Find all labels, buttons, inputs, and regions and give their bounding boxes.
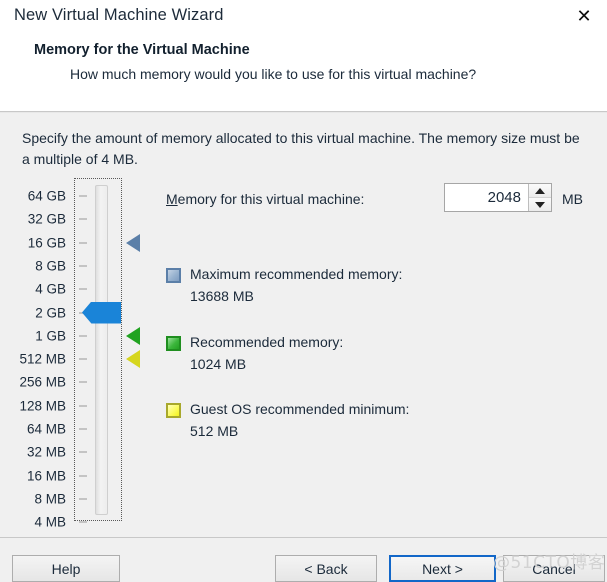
arrow-down-icon bbox=[535, 201, 545, 208]
guest-os-minimum-marker bbox=[126, 350, 140, 369]
legend-value: 512 MB bbox=[190, 423, 239, 439]
slider-tick bbox=[79, 404, 87, 407]
slider-scale-label: 64 MB bbox=[26, 421, 66, 437]
legend-value: 13688 MB bbox=[190, 288, 254, 304]
next-button[interactable]: Next > bbox=[389, 555, 496, 582]
memory-field-accelerator: M bbox=[166, 191, 178, 207]
legend-title: Recommended memory: bbox=[190, 334, 344, 350]
close-icon: ✕ bbox=[576, 6, 592, 27]
slider-tick bbox=[79, 497, 87, 500]
slider-tick bbox=[79, 288, 87, 291]
slider-scale-label: 512 MB bbox=[19, 351, 66, 367]
slider-tick bbox=[79, 241, 87, 244]
page-title: Memory for the Virtual Machine bbox=[34, 42, 250, 58]
memory-slider-track[interactable] bbox=[95, 185, 108, 515]
slider-scale-label: 16 GB bbox=[27, 235, 66, 251]
footer-button-bar: Help < Back Next > Cancel bbox=[0, 538, 607, 582]
slider-tick bbox=[79, 381, 87, 384]
memory-field-label: Memory for this virtual machine: bbox=[166, 191, 364, 207]
title-bar: New Virtual Machine Wizard ✕ bbox=[0, 0, 607, 38]
maximum-recommended-marker bbox=[126, 233, 140, 252]
page-header: Memory for the Virtual Machine How much … bbox=[0, 38, 607, 111]
cancel-button[interactable]: Cancel bbox=[503, 555, 605, 582]
slider-tick bbox=[79, 358, 87, 361]
window-title: New Virtual Machine Wizard bbox=[14, 6, 224, 24]
memory-input[interactable]: 2048 bbox=[445, 184, 528, 211]
legend-value: 1024 MB bbox=[190, 356, 247, 372]
slider-scale-label: 128 MB bbox=[19, 398, 66, 414]
memory-slider-scale: 64 GB 32 GB 16 GB 8 GB 4 GB 2 GB 1 GB 512 MB 256… bbox=[0, 178, 74, 530]
slider-scale-label: 4 MB bbox=[34, 514, 66, 530]
help-button[interactable]: Help bbox=[12, 555, 120, 582]
slider-scale-label: 16 MB bbox=[26, 468, 66, 484]
legend-title: Guest OS recommended minimum: bbox=[190, 401, 410, 417]
recommended-marker bbox=[126, 326, 140, 345]
slider-tick bbox=[79, 451, 87, 454]
slider-tick bbox=[79, 195, 87, 197]
memory-unit-label: MB bbox=[562, 191, 583, 207]
memory-spin-buttons bbox=[528, 184, 551, 211]
memory-field-label-rest: emory for this virtual machine: bbox=[177, 191, 365, 207]
legend-title: Maximum recommended memory: bbox=[190, 266, 403, 282]
slider-scale-label: 4 GB bbox=[35, 281, 66, 297]
slider-scale-label: 64 GB bbox=[27, 188, 66, 204]
slider-tick bbox=[79, 521, 87, 524]
slider-scale-label: 32 GB bbox=[27, 211, 66, 227]
slider-scale-label: 1 GB bbox=[35, 328, 66, 344]
legend-swatch-yellow bbox=[166, 403, 181, 418]
intro-text: Specify the amount of memory allocated t… bbox=[22, 130, 580, 167]
memory-spin-down-button[interactable] bbox=[529, 198, 551, 211]
slider-scale-label: 256 MB bbox=[19, 374, 66, 390]
back-button[interactable]: < Back bbox=[275, 555, 377, 582]
page-body: Specify the amount of memory allocated t… bbox=[0, 113, 607, 537]
arrow-up-icon bbox=[535, 187, 545, 194]
legend-swatch-blue bbox=[166, 268, 181, 283]
page-subtitle: How much memory would you like to use fo… bbox=[70, 66, 477, 82]
slider-tick bbox=[79, 218, 87, 221]
slider-scale-label: 2 GB bbox=[35, 305, 66, 320]
slider-scale-label: 32 MB bbox=[26, 444, 66, 460]
memory-spinbox[interactable]: 2048 bbox=[444, 183, 552, 212]
legend-swatch-green bbox=[166, 336, 181, 351]
slider-scale-label: 8 GB bbox=[35, 258, 66, 274]
slider-tick bbox=[79, 264, 87, 267]
slider-tick bbox=[79, 474, 87, 477]
close-button[interactable]: ✕ bbox=[561, 0, 607, 34]
slider-scale-label: 8 MB bbox=[34, 491, 66, 507]
slider-tick bbox=[79, 428, 87, 430]
new-virtual-machine-wizard-dialog: New Virtual Machine Wizard ✕ Memory for … bbox=[0, 0, 607, 582]
slider-tick bbox=[79, 334, 87, 337]
memory-spin-up-button[interactable] bbox=[529, 184, 551, 198]
